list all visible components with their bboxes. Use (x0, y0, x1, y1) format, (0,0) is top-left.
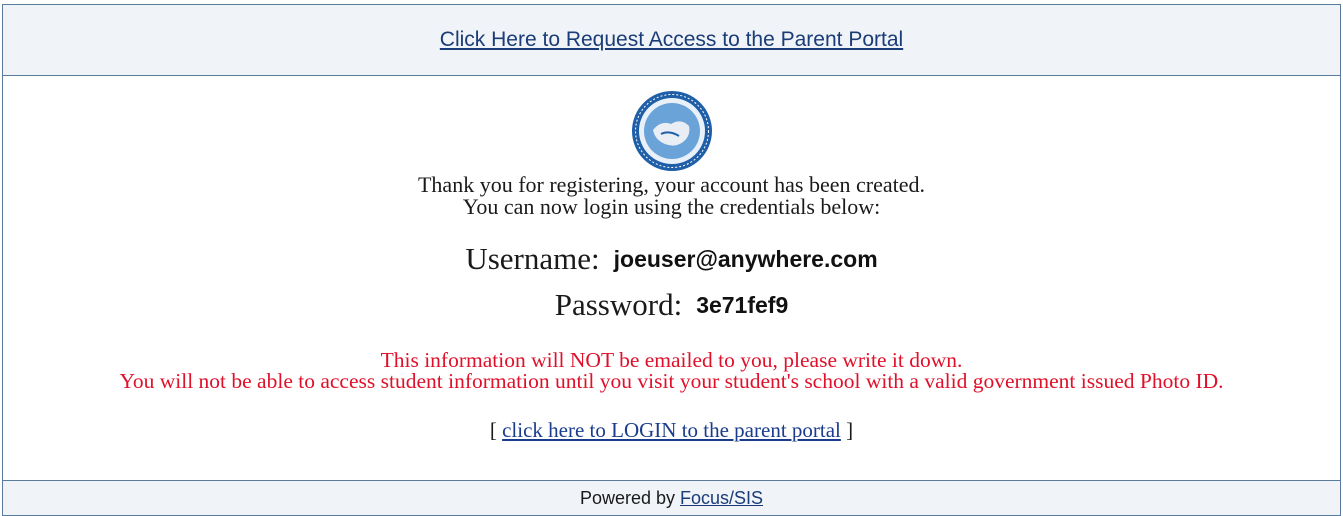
portal-frame: Click Here to Request Access to the Pare… (2, 4, 1341, 516)
registration-message: Thank you for registering, your account … (3, 174, 1340, 218)
warning-message: This information will NOT be emailed to … (3, 348, 1340, 393)
credentials: Username: joeuser@anywhere.com Password:… (3, 236, 1340, 328)
username-row: Username: joeuser@anywhere.com (3, 236, 1340, 282)
main-content: Thank you for registering, your account … (3, 76, 1340, 443)
top-bar: Click Here to Request Access to the Pare… (3, 5, 1340, 76)
request-access-link[interactable]: Click Here to Request Access to the Pare… (440, 28, 903, 52)
login-bracket-open: [ (489, 418, 497, 442)
logo-container (3, 76, 1340, 174)
username-label: Username: (465, 241, 600, 276)
password-value: 3e71fef9 (696, 291, 789, 318)
password-row: Password: 3e71fef9 (3, 282, 1340, 328)
login-line: [ click here to LOGIN to the parent port… (3, 418, 1340, 443)
username-value: joeuser@anywhere.com (613, 245, 878, 272)
registration-message-line2: You can now login using the credentials … (462, 194, 881, 219)
powered-by-text: Powered by (579, 487, 676, 508)
login-bracket-close: ] (846, 418, 854, 442)
school-district-seal-icon (631, 91, 712, 171)
password-label: Password: (554, 287, 683, 322)
focus-sis-link[interactable]: Focus/SIS (680, 488, 763, 509)
warning-line2: You will not be able to access student i… (119, 369, 1224, 393)
registration-message-line1: Thank you for registering, your account … (417, 172, 926, 197)
warning-line1: This information will NOT be emailed to … (380, 348, 963, 372)
footer: Powered by Focus/SIS (3, 480, 1340, 515)
login-link[interactable]: click here to LOGIN to the parent portal (502, 418, 841, 442)
